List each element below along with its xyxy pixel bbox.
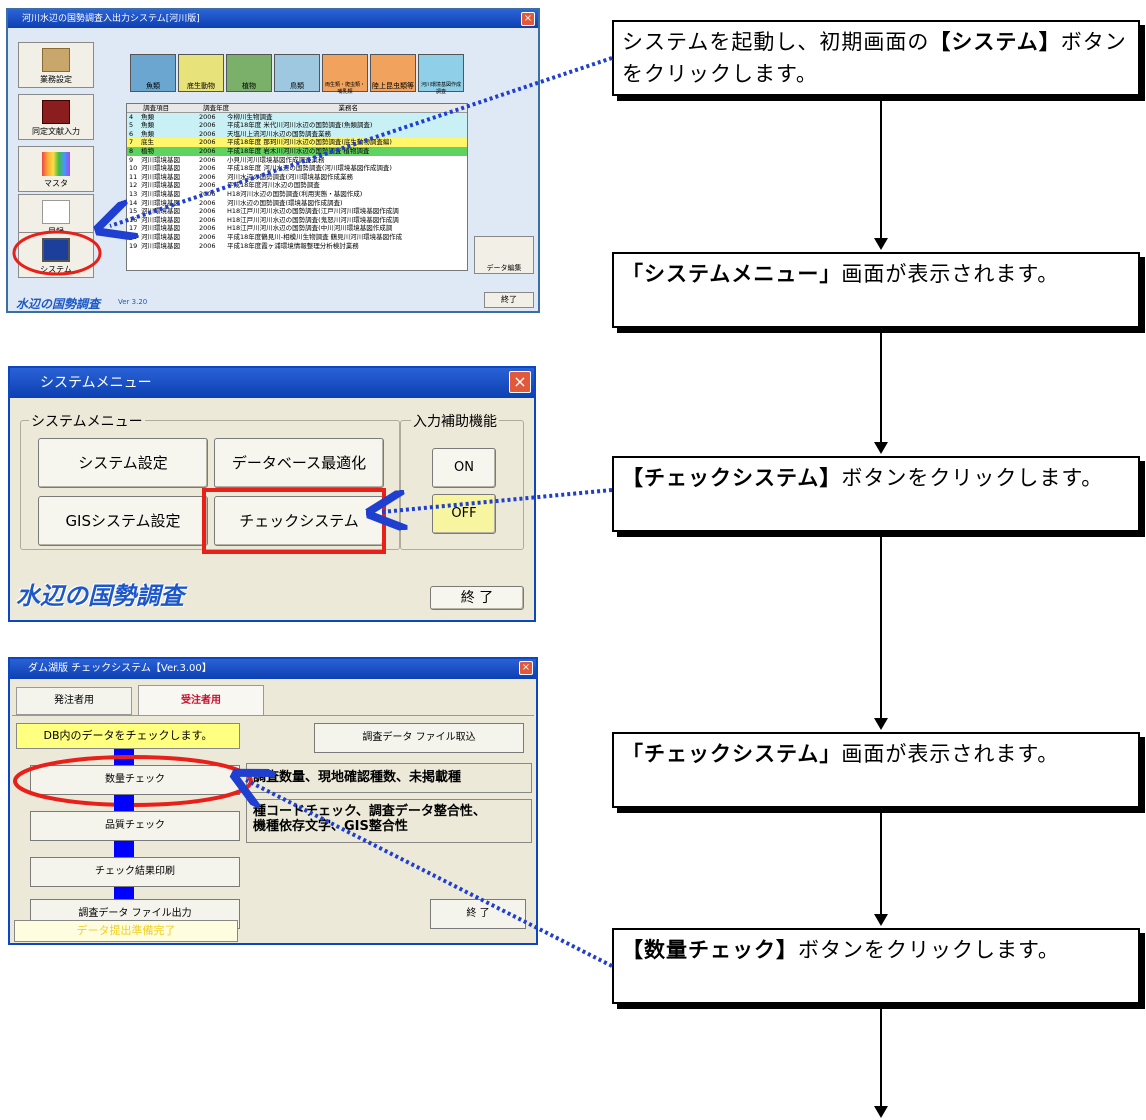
callout-arrow-3 xyxy=(246,780,613,968)
callout-arrow-1 xyxy=(110,56,613,226)
callout-arrows xyxy=(0,56,613,968)
callout-arrow-2 xyxy=(382,488,613,512)
